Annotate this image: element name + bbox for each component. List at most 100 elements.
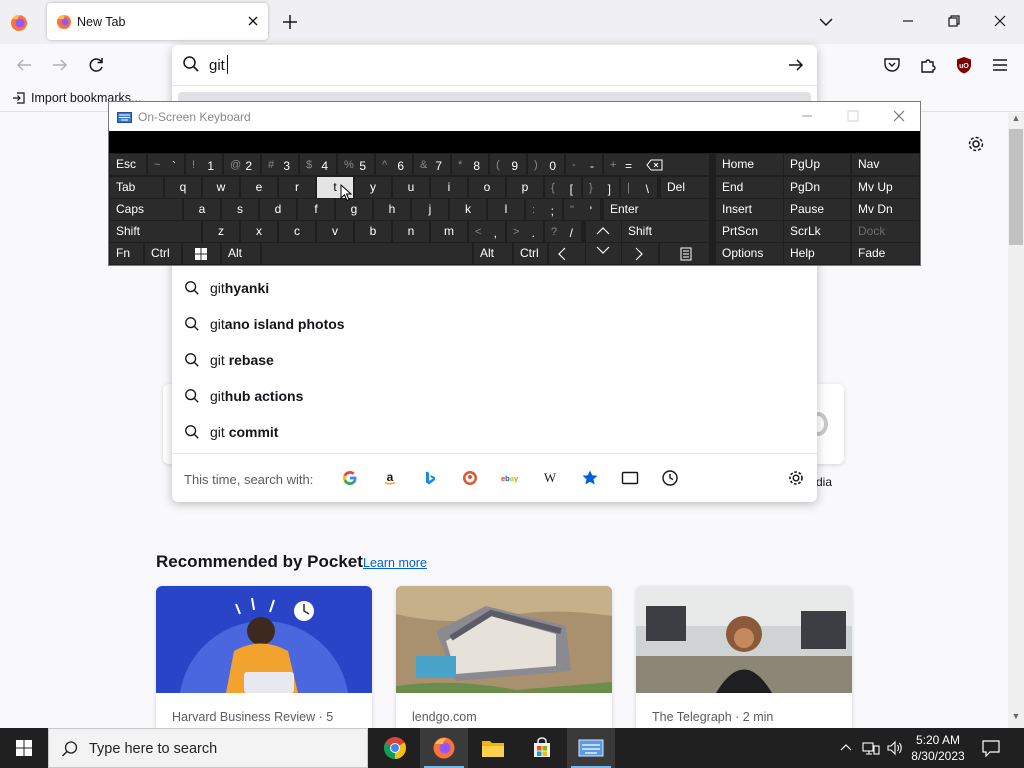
key-windows[interactable] <box>183 243 220 264</box>
key-ctrl-left[interactable]: Ctrl <box>145 243 181 264</box>
key-number[interactable]: * 8 <box>452 154 488 175</box>
key-f[interactable]: f <box>298 199 334 220</box>
pocket-learn-more-link[interactable]: Learn more <box>363 556 427 570</box>
start-button[interactable] <box>0 728 48 768</box>
key-mvup[interactable]: Mv Up <box>852 177 919 198</box>
key-number[interactable]: % 5 <box>338 154 374 175</box>
key-q[interactable]: q <box>165 177 201 198</box>
key-mvdn[interactable]: Mv Dn <box>852 199 919 220</box>
key-arrow-left[interactable] <box>549 243 585 264</box>
key-c[interactable]: c <box>279 221 315 242</box>
osk-titlebar[interactable]: On-Screen Keyboard <box>109 102 920 131</box>
shortcut-tile-wikipedia[interactable] <box>808 384 844 464</box>
notifications-icon[interactable] <box>981 739 1001 758</box>
key-arrow-right[interactable] <box>622 243 658 264</box>
key-insert[interactable]: Insert <box>716 199 783 220</box>
key-d[interactable]: d <box>260 199 296 220</box>
key-l[interactable]: l <box>488 199 524 220</box>
pocket-card[interactable]: The Telegraph · 2 min <box>636 586 852 728</box>
key-x[interactable]: x <box>241 221 277 242</box>
key-symbol[interactable]: }] <box>583 177 619 198</box>
key-arrow-down[interactable] <box>586 243 621 264</box>
close-window-icon[interactable] <box>990 11 1010 31</box>
key-alt-right[interactable]: Alt <box>474 243 512 264</box>
amazon-icon[interactable]: a <box>380 468 400 488</box>
key-del[interactable]: Del <box>661 177 709 198</box>
search-settings-gear-icon[interactable] <box>786 468 806 488</box>
key-n[interactable]: n <box>393 221 429 242</box>
key-shift-right[interactable]: Shift <box>622 221 709 242</box>
address-input[interactable] <box>209 55 759 75</box>
key-pause[interactable]: Pause <box>784 199 850 220</box>
network-icon[interactable] <box>862 740 880 756</box>
pocket-card[interactable]: Harvard Business Review · 5 <box>156 586 372 728</box>
key-number[interactable]: #3 <box>262 154 298 175</box>
key-esc[interactable]: Esc <box>110 154 146 175</box>
reload-icon[interactable] <box>85 54 107 76</box>
suggestion-item[interactable]: githyanki <box>172 270 817 306</box>
page-scrollbar[interactable]: ▲ ▼ <box>1008 113 1024 728</box>
key-symbol[interactable]: :; <box>526 199 562 220</box>
key-a[interactable]: a <box>184 199 220 220</box>
scroll-down-arrow-icon[interactable]: ▼ <box>1009 711 1023 725</box>
key-v[interactable]: v <box>317 221 353 242</box>
key-number[interactable]: $4 <box>300 154 336 175</box>
key-number[interactable]: -- <box>566 154 602 175</box>
key-o[interactable]: o <box>469 177 505 198</box>
key-caps[interactable]: Caps <box>110 199 182 220</box>
key-b[interactable]: b <box>355 221 391 242</box>
key-help[interactable]: Help <box>784 243 850 264</box>
tabs-icon[interactable] <box>620 468 640 488</box>
back-arrow-icon[interactable] <box>13 54 35 76</box>
key-shift-left[interactable]: Shift <box>110 221 201 242</box>
bing-icon[interactable] <box>420 468 440 488</box>
key-backspace[interactable] <box>640 154 709 175</box>
key-prtscn[interactable]: PrtScn <box>716 221 783 242</box>
key-number[interactable]: + = <box>604 154 640 175</box>
wikipedia-icon[interactable]: W <box>540 468 560 488</box>
scroll-up-arrow-icon[interactable]: ▲ <box>1009 113 1023 127</box>
suggestion-item[interactable]: git commit <box>172 414 817 450</box>
key-s[interactable]: s <box>222 199 258 220</box>
osk-maximize-icon[interactable] <box>845 108 861 124</box>
suggestion-item[interactable]: gitano island photos <box>172 306 817 342</box>
key-number[interactable]: ~ ` <box>148 154 184 175</box>
key-number[interactable]: @2 <box>224 154 260 175</box>
key-r[interactable]: r <box>279 177 315 198</box>
key-home[interactable]: Home <box>716 154 783 175</box>
microsoft-store-taskbar-button[interactable] <box>518 728 566 768</box>
key-symbol[interactable]: | \ <box>621 177 657 198</box>
pocket-card[interactable]: lendgo.com <box>396 586 612 728</box>
hamburger-menu-icon[interactable] <box>989 54 1011 76</box>
key-options[interactable]: Options <box>716 243 783 264</box>
forward-arrow-icon[interactable] <box>49 54 71 76</box>
history-clock-icon[interactable] <box>660 468 680 488</box>
key-context-menu[interactable] <box>660 243 709 264</box>
key-dock[interactable]: Dock <box>852 221 919 242</box>
file-explorer-taskbar-button[interactable] <box>469 728 517 768</box>
tab-new-tab[interactable]: New Tab <box>47 3 268 40</box>
key-p[interactable]: p <box>507 177 543 198</box>
google-icon[interactable] <box>340 468 360 488</box>
suggestion-item[interactable]: git rebase <box>172 342 817 378</box>
key-g[interactable]: g <box>336 199 372 220</box>
taskbar-search-box[interactable]: Type here to search <box>48 728 368 768</box>
key-alt-left[interactable]: Alt <box>222 243 260 264</box>
key-arrow-up[interactable] <box>586 221 621 242</box>
key-w[interactable]: w <box>203 177 239 198</box>
page-settings-gear-icon[interactable] <box>965 133 987 155</box>
ebay-icon[interactable]: ebay <box>500 468 520 488</box>
key-scrlk[interactable]: ScrLk <box>784 221 850 242</box>
chrome-taskbar-button[interactable] <box>371 728 419 768</box>
osk-minimize-icon[interactable] <box>799 108 815 124</box>
osk-close-icon[interactable] <box>891 108 907 124</box>
key-space[interactable] <box>262 243 472 264</box>
key-ctrl-right[interactable]: Ctrl <box>514 243 547 264</box>
firefox-taskbar-button[interactable] <box>420 728 468 768</box>
minimize-icon[interactable] <box>898 11 918 31</box>
firefox-view-icon[interactable] <box>8 12 30 34</box>
show-hidden-icons-chevron-icon[interactable] <box>838 740 854 756</box>
new-tab-button[interactable] <box>280 12 300 32</box>
key-end[interactable]: End <box>716 177 783 198</box>
go-arrow-icon[interactable] <box>786 55 806 75</box>
